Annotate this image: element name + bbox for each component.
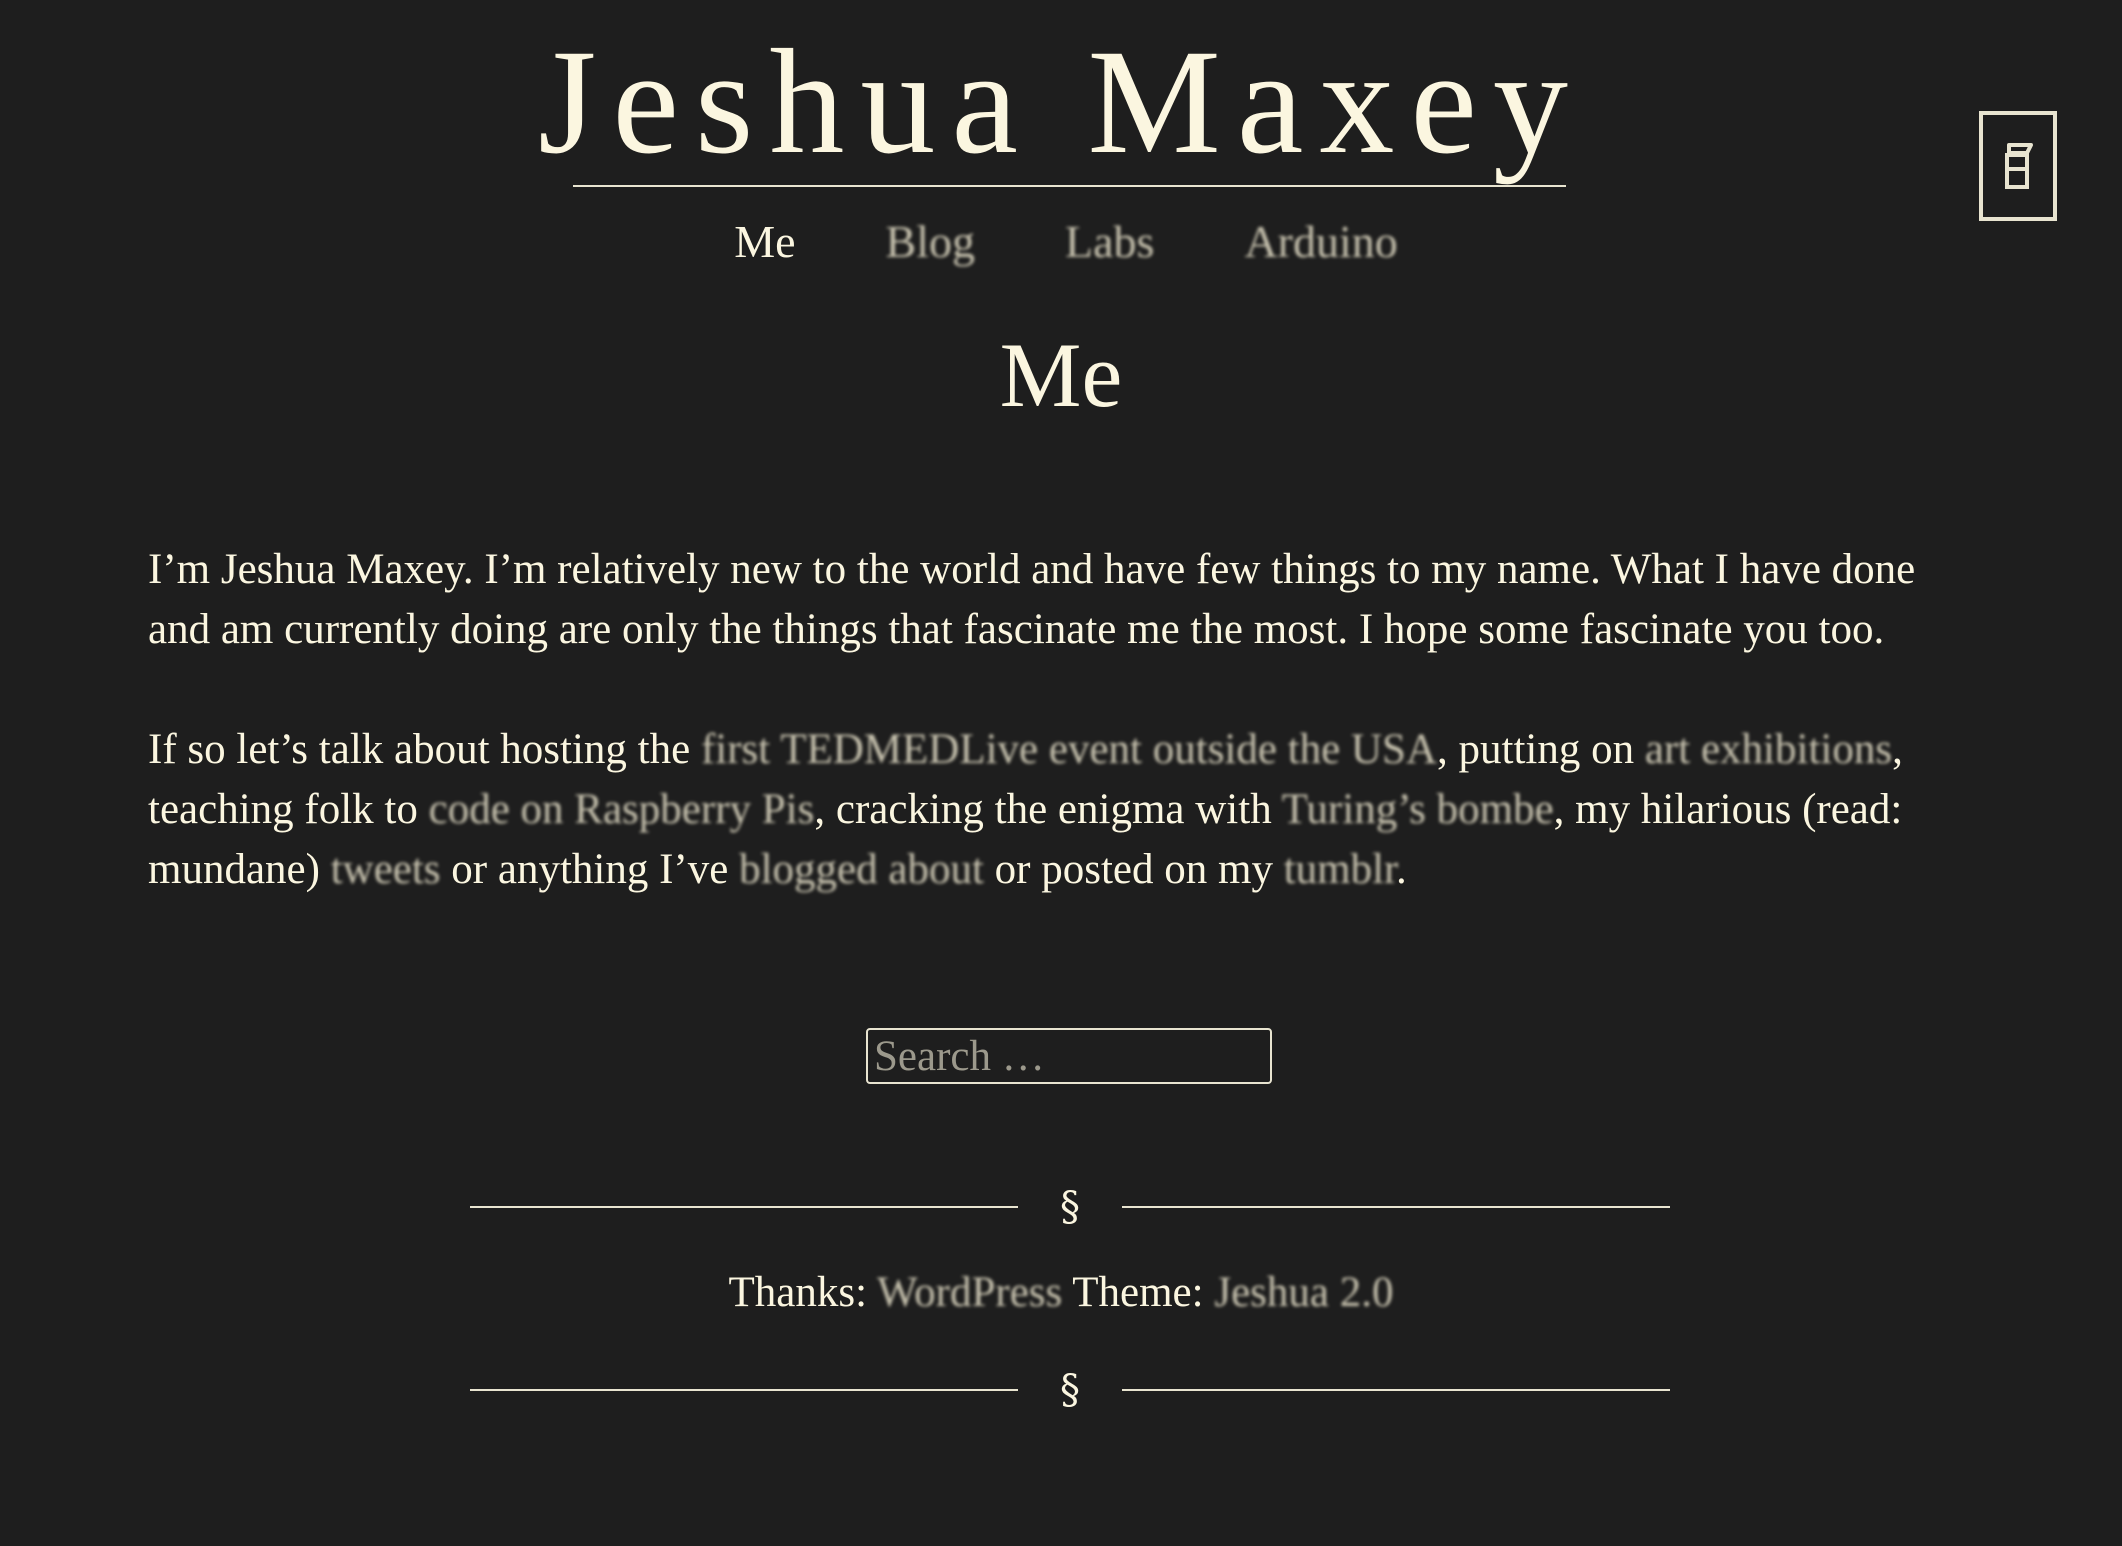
page-heading: Me (999, 324, 1123, 426)
nav-item-blog[interactable]: Blog (886, 212, 975, 272)
tumblr-link[interactable]: tumblr (1284, 846, 1396, 893)
footer-divider-bottom: § (470, 1365, 1670, 1415)
nav-item-arduino[interactable]: Arduino (1244, 212, 1397, 272)
thanks-label: Thanks: (728, 1269, 878, 1316)
text-segment: , putting on (1437, 726, 1645, 773)
intro-paragraph: I’m Jeshua Maxey. I’m relatively new to … (148, 546, 1916, 653)
page: Jeshua Maxey Me Blog Labs Arduino Me I’m… (0, 0, 2122, 1546)
art-exhibitions-link[interactable]: art exhibitions (1645, 726, 1892, 773)
tweets-link[interactable]: tweets (331, 846, 441, 893)
tedmedlive-link[interactable]: first TEDMEDLive event outside the USA (701, 726, 1437, 773)
title-underline (573, 185, 1566, 187)
sidebar-toggle-button[interactable] (1979, 111, 2057, 221)
blog-link[interactable]: blogged about (739, 846, 984, 893)
text-segment: or anything I’ve (440, 846, 740, 893)
divider-line (1122, 1206, 1670, 1208)
search-input[interactable] (866, 1028, 1272, 1084)
nav-item-me[interactable]: Me (734, 212, 795, 272)
footer-credits: Thanks: WordPress Theme: Jeshua 2.0 (0, 1263, 2122, 1323)
site-title[interactable]: Jeshua Maxey (0, 22, 2122, 182)
links-paragraph: If so let’s talk about hosting the first… (148, 720, 1978, 900)
theme-link[interactable]: Jeshua 2.0 (1214, 1269, 1393, 1316)
text-segment: . (1396, 846, 1407, 893)
text-segment: If so let’s talk about hosting the (148, 726, 701, 773)
footer-divider-top: § (470, 1182, 1670, 1232)
nav-item-labs[interactable]: Labs (1065, 212, 1154, 272)
wordpress-link[interactable]: WordPress (877, 1269, 1062, 1316)
main-nav: Me Blog Labs Arduino (0, 212, 2122, 272)
divider-line (1122, 1389, 1670, 1391)
book-icon (2005, 143, 2033, 189)
raspberry-pi-link[interactable]: code on Raspberry Pis (429, 786, 815, 833)
theme-label: Theme: (1062, 1269, 1215, 1316)
text-segment: , cracking the enigma with (814, 786, 1282, 833)
page-content: I’m Jeshua Maxey. I’m relatively new to … (148, 540, 1978, 960)
turing-bombe-link[interactable]: Turing’s bombe (1282, 786, 1554, 833)
text-segment: or posted on my (983, 846, 1284, 893)
